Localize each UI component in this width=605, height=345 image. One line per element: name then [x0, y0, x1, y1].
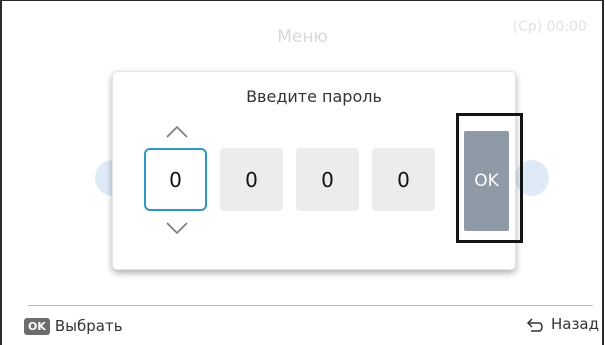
select-hint[interactable]: OK Выбрать — [24, 317, 123, 335]
frame-right-border — [602, 0, 604, 345]
frame-left-border — [0, 0, 2, 345]
chevron-down-icon[interactable] — [165, 220, 188, 236]
dialog-title: Введите пароль — [246, 87, 382, 106]
focus-highlight — [456, 113, 523, 243]
footer-divider — [28, 305, 593, 306]
password-digit-3[interactable]: 0 — [296, 148, 359, 211]
password-digit-2[interactable]: 0 — [220, 148, 283, 211]
back-arrow-icon — [526, 316, 548, 332]
frame-top-border — [0, 0, 603, 1]
screen: Меню (Ср) 00:00 Введите пароль 0 0 0 0 O… — [0, 0, 605, 345]
ok-key-badge: OK — [24, 317, 50, 335]
select-label: Выбрать — [54, 317, 123, 335]
chevron-up-icon[interactable] — [165, 124, 188, 140]
back-button[interactable]: Назад — [526, 315, 599, 333]
password-digit-4[interactable]: 0 — [372, 148, 435, 211]
password-digit-1[interactable]: 0 — [144, 148, 207, 211]
clock-display: (Ср) 00:00 — [512, 19, 587, 35]
back-label: Назад — [550, 315, 599, 333]
